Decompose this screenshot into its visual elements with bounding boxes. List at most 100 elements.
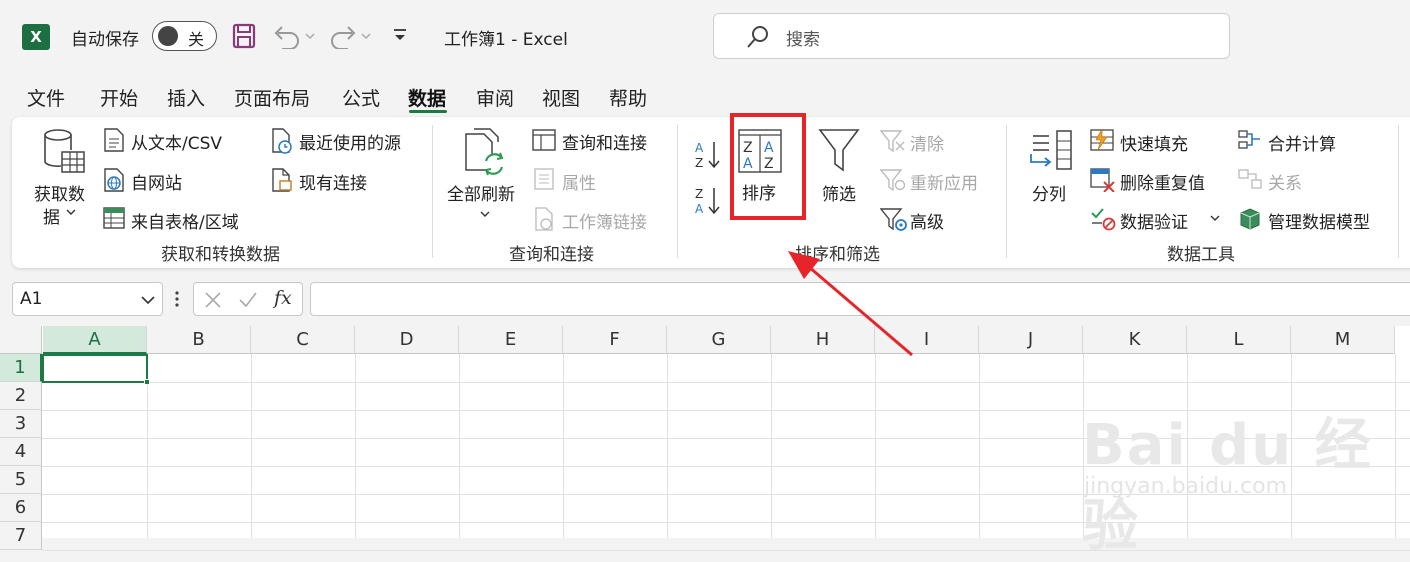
column-header-b[interactable]: B xyxy=(147,326,251,354)
autosave-state: 关 xyxy=(188,30,205,49)
clear-button[interactable]: 清除 xyxy=(910,130,944,155)
from-table-button[interactable]: 来自表格/区域 xyxy=(131,208,239,233)
autosave-toggle[interactable]: 关 xyxy=(152,21,217,51)
group-separator xyxy=(1398,125,1399,258)
column-header-c[interactable]: C xyxy=(251,326,355,354)
redo-icon[interactable] xyxy=(330,23,376,49)
svg-text:Z: Z xyxy=(695,187,703,201)
consolidate-button[interactable]: 合并计算 xyxy=(1268,130,1336,155)
clear-filter-icon xyxy=(880,130,905,153)
sort-ascending-icon[interactable]: A Z xyxy=(693,139,723,171)
text-csv-icon xyxy=(104,128,124,152)
save-icon[interactable] xyxy=(232,23,256,49)
recent-sources-button[interactable]: 最近使用的源 xyxy=(299,129,401,154)
sort-descending-icon[interactable]: Z A xyxy=(693,185,723,217)
column-header-k[interactable]: K xyxy=(1083,326,1187,354)
name-box[interactable]: A1 xyxy=(12,282,163,316)
tab-page-layout[interactable]: 页面布局 xyxy=(234,84,310,111)
existing-connections-button[interactable]: 现有连接 xyxy=(299,169,367,194)
data-validation-button[interactable]: 数据验证 xyxy=(1120,208,1188,233)
group-label-queries: 查询和连接 xyxy=(509,245,594,265)
workbook-links-button[interactable]: 工作簿链接 xyxy=(562,208,647,233)
advanced-button[interactable]: 高级 xyxy=(910,208,944,233)
queries-connections-button[interactable]: 查询和连接 xyxy=(562,129,647,154)
autosave-label: 自动保存 xyxy=(71,30,139,50)
enter-icon[interactable] xyxy=(238,291,258,309)
cancel-icon[interactable] xyxy=(204,291,222,309)
from-text-csv-button[interactable]: 从文本/CSV xyxy=(131,129,222,154)
remove-duplicates-button[interactable]: 删除重复值 xyxy=(1120,169,1205,194)
row-header-2[interactable]: 2 xyxy=(0,382,42,410)
tab-view[interactable]: 视图 xyxy=(542,84,580,111)
get-data-icon xyxy=(44,129,85,173)
column-header-f[interactable]: F xyxy=(563,326,667,354)
chevron-down-icon xyxy=(141,296,155,305)
web-icon xyxy=(104,168,124,192)
fill-handle[interactable] xyxy=(144,379,150,385)
properties-icon xyxy=(534,168,554,190)
group-separator xyxy=(1006,125,1007,258)
chevron-down-icon[interactable] xyxy=(1210,214,1220,222)
row-header-5[interactable]: 5 xyxy=(0,466,42,494)
refresh-all-icon xyxy=(465,128,504,176)
active-cell[interactable] xyxy=(42,354,148,383)
manage-data-model-button[interactable]: 管理数据模型 xyxy=(1268,208,1370,233)
flash-fill-icon xyxy=(1090,129,1114,151)
table-range-icon xyxy=(103,207,125,229)
svg-text:A: A xyxy=(695,141,704,155)
name-box-value: A1 xyxy=(20,289,43,309)
group-separator xyxy=(677,125,678,258)
column-header-l[interactable]: L xyxy=(1187,326,1291,354)
refresh-all-label: 全部刷新 xyxy=(447,185,515,205)
relationships-icon xyxy=(1238,169,1262,189)
column-header-g[interactable]: G xyxy=(667,326,771,354)
text-to-columns-icon xyxy=(1030,130,1072,170)
tab-home[interactable]: 开始 xyxy=(100,84,138,111)
text-to-columns-button[interactable]: 分列 xyxy=(1032,180,1066,205)
reapply-button[interactable]: 重新应用 xyxy=(910,169,978,194)
tab-help[interactable]: 帮助 xyxy=(609,84,647,111)
tab-file[interactable]: 文件 xyxy=(27,84,65,111)
column-header-e[interactable]: E xyxy=(459,326,563,354)
row-header-1[interactable]: 1 xyxy=(0,354,42,382)
advanced-filter-icon xyxy=(880,208,907,231)
search-box[interactable]: 搜索 xyxy=(713,13,1230,59)
remove-duplicates-icon xyxy=(1090,168,1115,192)
row-header-6[interactable]: 6 xyxy=(0,494,42,522)
customize-qat-icon[interactable] xyxy=(392,25,408,45)
chevron-down-icon xyxy=(480,211,490,217)
group-label-data-tools: 数据工具 xyxy=(1167,245,1235,265)
column-header-a[interactable]: A xyxy=(43,326,147,354)
flash-fill-button[interactable]: 快速填充 xyxy=(1120,130,1188,155)
tab-formulas[interactable]: 公式 xyxy=(342,84,380,111)
tab-data[interactable]: 数据 xyxy=(408,84,446,111)
group-separator xyxy=(432,125,433,258)
row-header-4[interactable]: 4 xyxy=(0,438,42,466)
column-header-m[interactable]: M xyxy=(1291,326,1395,354)
svg-text:Z: Z xyxy=(695,156,703,170)
red-arrow-annotation xyxy=(788,251,913,357)
chevron-down-icon xyxy=(66,209,76,215)
data-validation-icon xyxy=(1091,208,1116,231)
undo-icon[interactable] xyxy=(272,23,318,49)
more-options-icon[interactable] xyxy=(174,289,180,309)
get-data-label-1: 获取数 xyxy=(34,185,85,205)
tab-review[interactable]: 审阅 xyxy=(476,84,514,111)
data-model-icon xyxy=(1240,208,1260,230)
row-header-7[interactable]: 7 xyxy=(0,522,42,550)
tab-insert[interactable]: 插入 xyxy=(167,84,205,111)
column-header-j[interactable]: J xyxy=(979,326,1083,354)
properties-button[interactable]: 属性 xyxy=(562,169,596,194)
from-web-button[interactable]: 自网站 xyxy=(131,169,182,194)
row-header-3[interactable]: 3 xyxy=(0,410,42,438)
column-header-d[interactable]: D xyxy=(355,326,459,354)
search-icon xyxy=(747,26,768,48)
recent-sources-icon xyxy=(272,128,292,154)
svg-text:A: A xyxy=(695,202,704,216)
filter-icon xyxy=(818,129,860,172)
group-label-get-transform: 获取和转换数据 xyxy=(161,245,280,265)
insert-function-button[interactable]: fx xyxy=(274,287,292,309)
select-all-corner[interactable] xyxy=(0,326,42,354)
relationships-button[interactable]: 关系 xyxy=(1268,169,1302,194)
filter-button[interactable]: 筛选 xyxy=(822,180,856,205)
